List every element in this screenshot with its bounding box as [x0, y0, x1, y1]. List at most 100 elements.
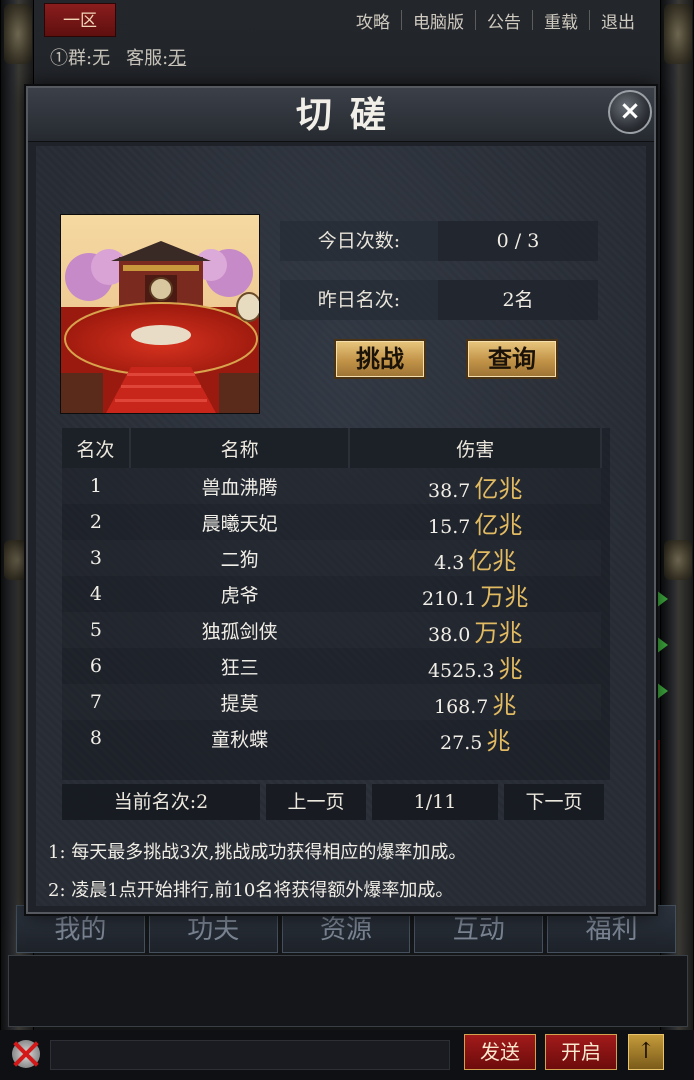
damage-unit: 兆: [492, 690, 517, 719]
rule-note-2: 2: 凌晨1点开始排行,前10名将获得额外爆率加成。: [48, 880, 454, 901]
header-name: 名称: [129, 428, 351, 468]
damage-cell: 168.7 兆: [349, 684, 601, 720]
damage-value: 38.0: [428, 623, 471, 646]
damage-value: 27.5: [440, 731, 483, 754]
top-bar: 一区 攻略 电脑版 公告 重载 退出: [34, 0, 660, 40]
damage-value: 4.3: [434, 551, 465, 574]
pager: 当前名次:2 上一页 1/11 下一页: [62, 784, 608, 820]
rank-cell: 7: [89, 691, 102, 713]
link-announcement[interactable]: 公告: [476, 8, 532, 33]
table-row[interactable]: 4 虎爷 210.1 万兆: [62, 576, 601, 612]
pillar-ornament: [664, 4, 692, 64]
yesterday-rank-label: 昨日名次:: [280, 280, 438, 320]
rank-cell: 5: [89, 619, 102, 641]
damage-value: 38.7: [428, 479, 471, 502]
server-tab[interactable]: 一区: [44, 3, 116, 37]
damage-value: 15.7: [428, 515, 471, 538]
pillar-ornament: [4, 4, 32, 64]
open-button[interactable]: 开启: [545, 1034, 617, 1070]
damage-unit: 兆: [486, 726, 511, 755]
send-button[interactable]: 发送: [464, 1034, 536, 1070]
rank-cell: 3: [89, 547, 102, 569]
link-reload[interactable]: 重载: [533, 8, 589, 33]
table-row[interactable]: 2 晨曦天妃 15.7 亿兆: [62, 504, 601, 540]
challenge-button[interactable]: 挑战: [334, 339, 426, 379]
green-arrow-icon[interactable]: [656, 682, 668, 700]
table-header-row: 名次 名称 伤害: [62, 428, 602, 468]
group-label: ①群:: [50, 48, 93, 69]
table-row[interactable]: 7 提莫 168.7 兆: [62, 684, 601, 720]
arena-image: [60, 214, 260, 414]
close-icon[interactable]: ×: [608, 90, 652, 134]
dialog-title: 切磋: [295, 94, 404, 136]
damage-unit: 亿兆: [474, 510, 523, 539]
damage-cell: 210.1 万兆: [349, 576, 601, 612]
table-row[interactable]: 5 独孤剑侠 38.0 万兆: [62, 612, 601, 648]
yesterday-rank-row: 昨日名次: 2名: [280, 280, 598, 320]
damage-value: 210.1: [422, 587, 477, 610]
spar-dialog: 切磋 × 今日次数: 0 / 3 昨日名次: 2名 挑战 查询 名次 名称 伤害…: [26, 86, 656, 914]
link-exit[interactable]: 退出: [590, 8, 646, 33]
damage-value: 4525.3: [427, 659, 495, 682]
group-info-bar: ①群:无 客服:无: [50, 44, 186, 74]
today-attempts-label: 今日次数:: [280, 221, 438, 261]
prev-page-button[interactable]: 上一页: [266, 784, 366, 820]
chat-log[interactable]: [8, 955, 688, 1027]
scroll-up-button[interactable]: ↑: [628, 1034, 664, 1070]
name-cell: 童秋蝶: [211, 728, 269, 751]
rank-cell: 6: [89, 655, 102, 677]
rank-cell: 2: [89, 511, 102, 533]
today-attempts-row: 今日次数: 0 / 3: [280, 221, 598, 261]
damage-cell: 38.0 万兆: [349, 612, 601, 648]
query-button[interactable]: 查询: [466, 339, 558, 379]
table-row[interactable]: 6 狂三 4525.3 兆: [62, 648, 601, 684]
name-cell: 虎爷: [220, 584, 259, 607]
table-row[interactable]: 3 二狗 4.3 亿兆: [62, 540, 601, 576]
damage-unit: 万兆: [480, 582, 529, 611]
dialog-header: 切磋 ×: [28, 88, 654, 142]
header-rank: 名次: [62, 428, 131, 468]
service-value-link[interactable]: 无: [168, 48, 186, 69]
damage-cell: 15.7 亿兆: [349, 504, 601, 540]
rank-cell: 1: [89, 475, 102, 497]
ranking-table: 名次 名称 伤害 1 兽血沸腾 38.7亿兆 2 晨曦天妃 15.7亿兆 3: [62, 428, 602, 756]
yesterday-rank-value: 2名: [438, 280, 598, 320]
current-rank-display: 当前名次:2: [62, 784, 260, 820]
side-arrows: [656, 590, 672, 700]
table-row[interactable]: 1 兽血沸腾 38.7 亿兆: [62, 468, 601, 504]
page-indicator: 1/11: [372, 784, 498, 820]
name-cell: 晨曦天妃: [201, 512, 278, 535]
rank-cell: 4: [89, 583, 102, 605]
chat-input[interactable]: [50, 1040, 450, 1070]
damage-unit: 万兆: [474, 618, 523, 647]
link-guide[interactable]: 攻略: [345, 8, 401, 33]
damage-unit: 亿兆: [468, 546, 517, 575]
dialog-body: 今日次数: 0 / 3 昨日名次: 2名 挑战 查询 名次 名称 伤害 1 兽血…: [36, 146, 646, 906]
damage-cell: 38.7 亿兆: [349, 468, 601, 504]
service-label: 客服:: [126, 48, 169, 69]
name-cell: 提莫: [220, 692, 259, 715]
damage-unit: 亿兆: [474, 474, 523, 503]
header-damage: 伤害: [349, 428, 602, 468]
arena-illustration: [61, 215, 259, 413]
name-cell: 独孤剑侠: [201, 620, 278, 643]
top-links: 攻略 电脑版 公告 重载 退出: [345, 8, 646, 33]
mute-icon[interactable]: [12, 1040, 40, 1068]
damage-value: 168.7: [434, 695, 489, 718]
damage-cell: 4.3 亿兆: [349, 540, 601, 576]
green-arrow-icon[interactable]: [656, 636, 668, 654]
group-info: ①群:无: [50, 44, 110, 74]
green-arrow-icon[interactable]: [656, 590, 668, 608]
today-attempts-value: 0 / 3: [438, 221, 598, 261]
table-row[interactable]: 8 童秋蝶 27.5 兆: [62, 720, 601, 756]
damage-unit: 兆: [498, 654, 523, 683]
service-info: 客服:无: [126, 44, 186, 74]
damage-cell: 4525.3 兆: [349, 648, 601, 684]
link-pc-version[interactable]: 电脑版: [402, 8, 475, 33]
pillar-ornament: [664, 540, 692, 580]
next-page-button[interactable]: 下一页: [504, 784, 604, 820]
damage-cell: 27.5 兆: [349, 720, 601, 756]
name-cell: 狂三: [220, 656, 259, 679]
rank-cell: 8: [89, 727, 102, 749]
name-cell: 二狗: [220, 548, 259, 571]
